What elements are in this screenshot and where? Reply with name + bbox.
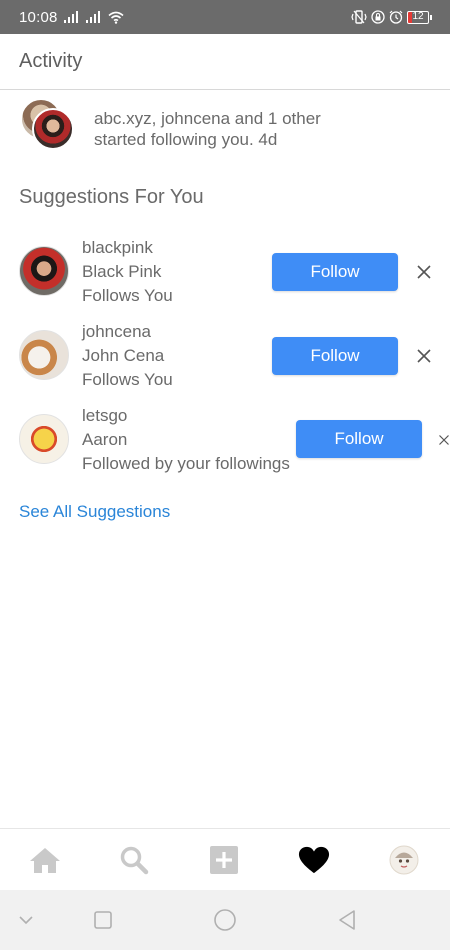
home-icon[interactable] <box>29 844 61 876</box>
header: Activity <box>0 34 450 90</box>
suggestion-reason: Follows You <box>82 370 173 389</box>
suggestion-name: John Cena <box>82 346 165 365</box>
activity-notification[interactable]: abc.xyz, johncena and 1 other started fo… <box>0 98 450 158</box>
search-icon[interactable] <box>118 844 150 876</box>
suggestion-item: blackpink Black Pink Follows You Follow <box>0 236 450 316</box>
vibrate-icon <box>351 10 367 24</box>
status-time: 10:08 <box>19 8 58 26</box>
suggestion-username[interactable]: blackpink <box>82 236 173 260</box>
suggestion-details: letsgo Aaron Followed by your followings <box>82 404 290 476</box>
system-nav-bar <box>0 890 450 950</box>
suggestion-username[interactable]: letsgo <box>82 404 290 428</box>
recents-icon[interactable] <box>91 908 115 932</box>
close-icon[interactable] <box>438 430 450 450</box>
suggestion-username[interactable]: johncena <box>82 320 173 344</box>
status-right: 12 <box>351 10 432 24</box>
status-left: 10:08 <box>19 9 124 26</box>
suggestion-reason: Follows You <box>82 286 173 305</box>
avatar[interactable] <box>19 246 69 296</box>
suggestion-name: Aaron <box>82 430 128 449</box>
back-icon[interactable] <box>335 908 359 932</box>
follow-button[interactable]: Follow <box>272 253 398 291</box>
suggestion-details: johncena John Cena Follows You <box>82 320 173 392</box>
close-icon[interactable] <box>414 346 434 366</box>
suggestion-details: blackpink Black Pink Follows You <box>82 236 173 308</box>
alarm-icon <box>389 10 403 24</box>
suggestions-title: Suggestions For You <box>19 186 204 208</box>
activity-text: abc.xyz, johncena and 1 other started fo… <box>94 108 434 150</box>
battery-level: 12 <box>407 10 429 24</box>
suggestion-item: letsgo Aaron Followed by your followings… <box>0 404 450 484</box>
battery-icon: 12 <box>407 10 432 24</box>
avatar[interactable] <box>32 108 74 150</box>
suggestion-item: johncena John Cena Follows You Follow <box>0 320 450 400</box>
suggestion-reason: Followed by your followings <box>82 454 290 473</box>
chevron-down-icon[interactable] <box>14 908 38 932</box>
status-bar: 10:08 12 <box>0 0 450 34</box>
avatar[interactable] <box>19 330 69 380</box>
avatar[interactable] <box>19 414 69 464</box>
signal-icon-2 <box>85 11 102 23</box>
activity-screen: 10:08 12 Activity abc.xyz, johncena and … <box>0 0 450 950</box>
activity-line-2: started following you. 4d <box>94 130 278 149</box>
home-circle-icon[interactable] <box>213 908 237 932</box>
page-title: Activity <box>19 50 83 72</box>
add-icon[interactable] <box>208 844 240 876</box>
wifi-icon <box>108 11 124 24</box>
profile-icon[interactable] <box>388 844 420 876</box>
signal-icon <box>63 11 80 23</box>
suggestion-name: Black Pink <box>82 262 162 281</box>
stacked-avatars[interactable] <box>20 98 80 154</box>
heart-icon[interactable] <box>298 844 330 876</box>
see-all-suggestions-link[interactable]: See All Suggestions <box>19 502 170 522</box>
lock-rotation-icon <box>371 10 385 24</box>
follow-button[interactable]: Follow <box>272 337 398 375</box>
bottom-nav <box>0 828 450 890</box>
close-icon[interactable] <box>414 262 434 282</box>
battery-tip <box>430 14 432 20</box>
activity-line-1: abc.xyz, johncena and 1 other <box>94 109 321 128</box>
follow-button[interactable]: Follow <box>296 420 422 458</box>
